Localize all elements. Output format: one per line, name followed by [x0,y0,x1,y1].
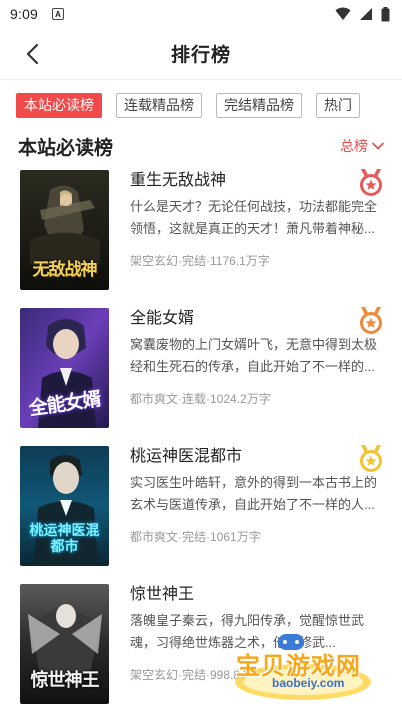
status-icons [335,6,390,22]
wifi-icon [335,7,351,20]
rank-2-badge-icon [360,307,382,334]
chevron-down-icon [372,142,384,150]
section-header: 本站必读榜 总榜 [0,126,402,166]
watermark-logo: 宝贝游戏网 baobeiy.com [228,624,378,704]
tab-popular[interactable]: 热门 [316,93,360,118]
section-title: 本站必读榜 [18,137,114,159]
book-item[interactable]: 全能女婿 全能女婿 窝囊废物的上门女婿叶飞，无意中得到太极经和生死石的传承，自此… [20,304,402,442]
sort-label: 总榜 [340,138,368,154]
tab-must-read[interactable]: 本站必读榜 [16,93,102,118]
rank-1-badge-icon [360,169,382,196]
tab-completed[interactable]: 完结精品榜 [216,93,302,118]
book-meta: 都市爽文·连载·1024.2万字 [130,392,271,406]
book-description: 窝囊废物的上门女婿叶飞，无意中得到太极经和生死石的传承，自此开始了不一样的... [130,337,378,374]
book-cover[interactable]: 全能女婿 [20,308,109,428]
battery-icon [381,6,390,21]
cover-title: 惊世神王 [30,670,100,691]
book-meta: 架空玄幻·完结·1176.1万字 [130,254,270,268]
book-item[interactable]: 桃运神医混都市 桃运神医混都市 实习医生叶皓轩，意外的得到一本古书上的玄术与医道… [20,442,402,580]
cover-title: 桃运神医混都市 [29,522,100,554]
book-cover[interactable]: 惊世神王 [20,584,109,704]
book-description: 实习医生叶皓轩，意外的得到一本古书上的玄术与医道传承，自此开始了不一样的人... [130,475,378,512]
signal-icon [360,8,372,20]
back-button[interactable] [18,40,46,68]
page-title: 排行榜 [170,45,231,66]
notification-icon: A [52,8,65,20]
top-app-bar: 排行榜 [0,28,402,80]
chevron-left-icon [26,43,39,65]
sort-dropdown[interactable]: 总榜 [340,136,384,156]
book-title: 惊世神王 [130,586,195,603]
watermark-url: baobeiy.com [272,676,345,690]
book-title: 重生无敌战神 [130,172,227,189]
ranking-tabs: 本站必读榜 连载精品榜 完结精品榜 热门 [0,80,402,124]
book-cover[interactable]: 桃运神医混都市 [20,446,109,566]
rank-3-badge-icon [360,445,382,472]
tab-serialized[interactable]: 连载精品榜 [116,93,202,118]
status-time: 9:09 [10,6,39,22]
status-bar: 9:09 A [0,0,402,28]
book-title: 桃运神医混都市 [130,448,243,465]
book-cover[interactable]: 无敌战神 [20,170,109,290]
book-title: 全能女婿 [130,310,195,327]
cover-title: 无敌战神 [32,260,98,280]
book-meta: 都市爽文·完结·1061万字 [130,530,261,544]
book-description: 什么是天才？无论任何战技，功法都能完全领悟，这就是真正的天才！萧凡带着神秘... [130,199,378,236]
book-item[interactable]: 无敌战神 重生无敌战神 什么是天才？无论任何战技，功法都能完全领悟，这就是真正的… [20,166,402,304]
